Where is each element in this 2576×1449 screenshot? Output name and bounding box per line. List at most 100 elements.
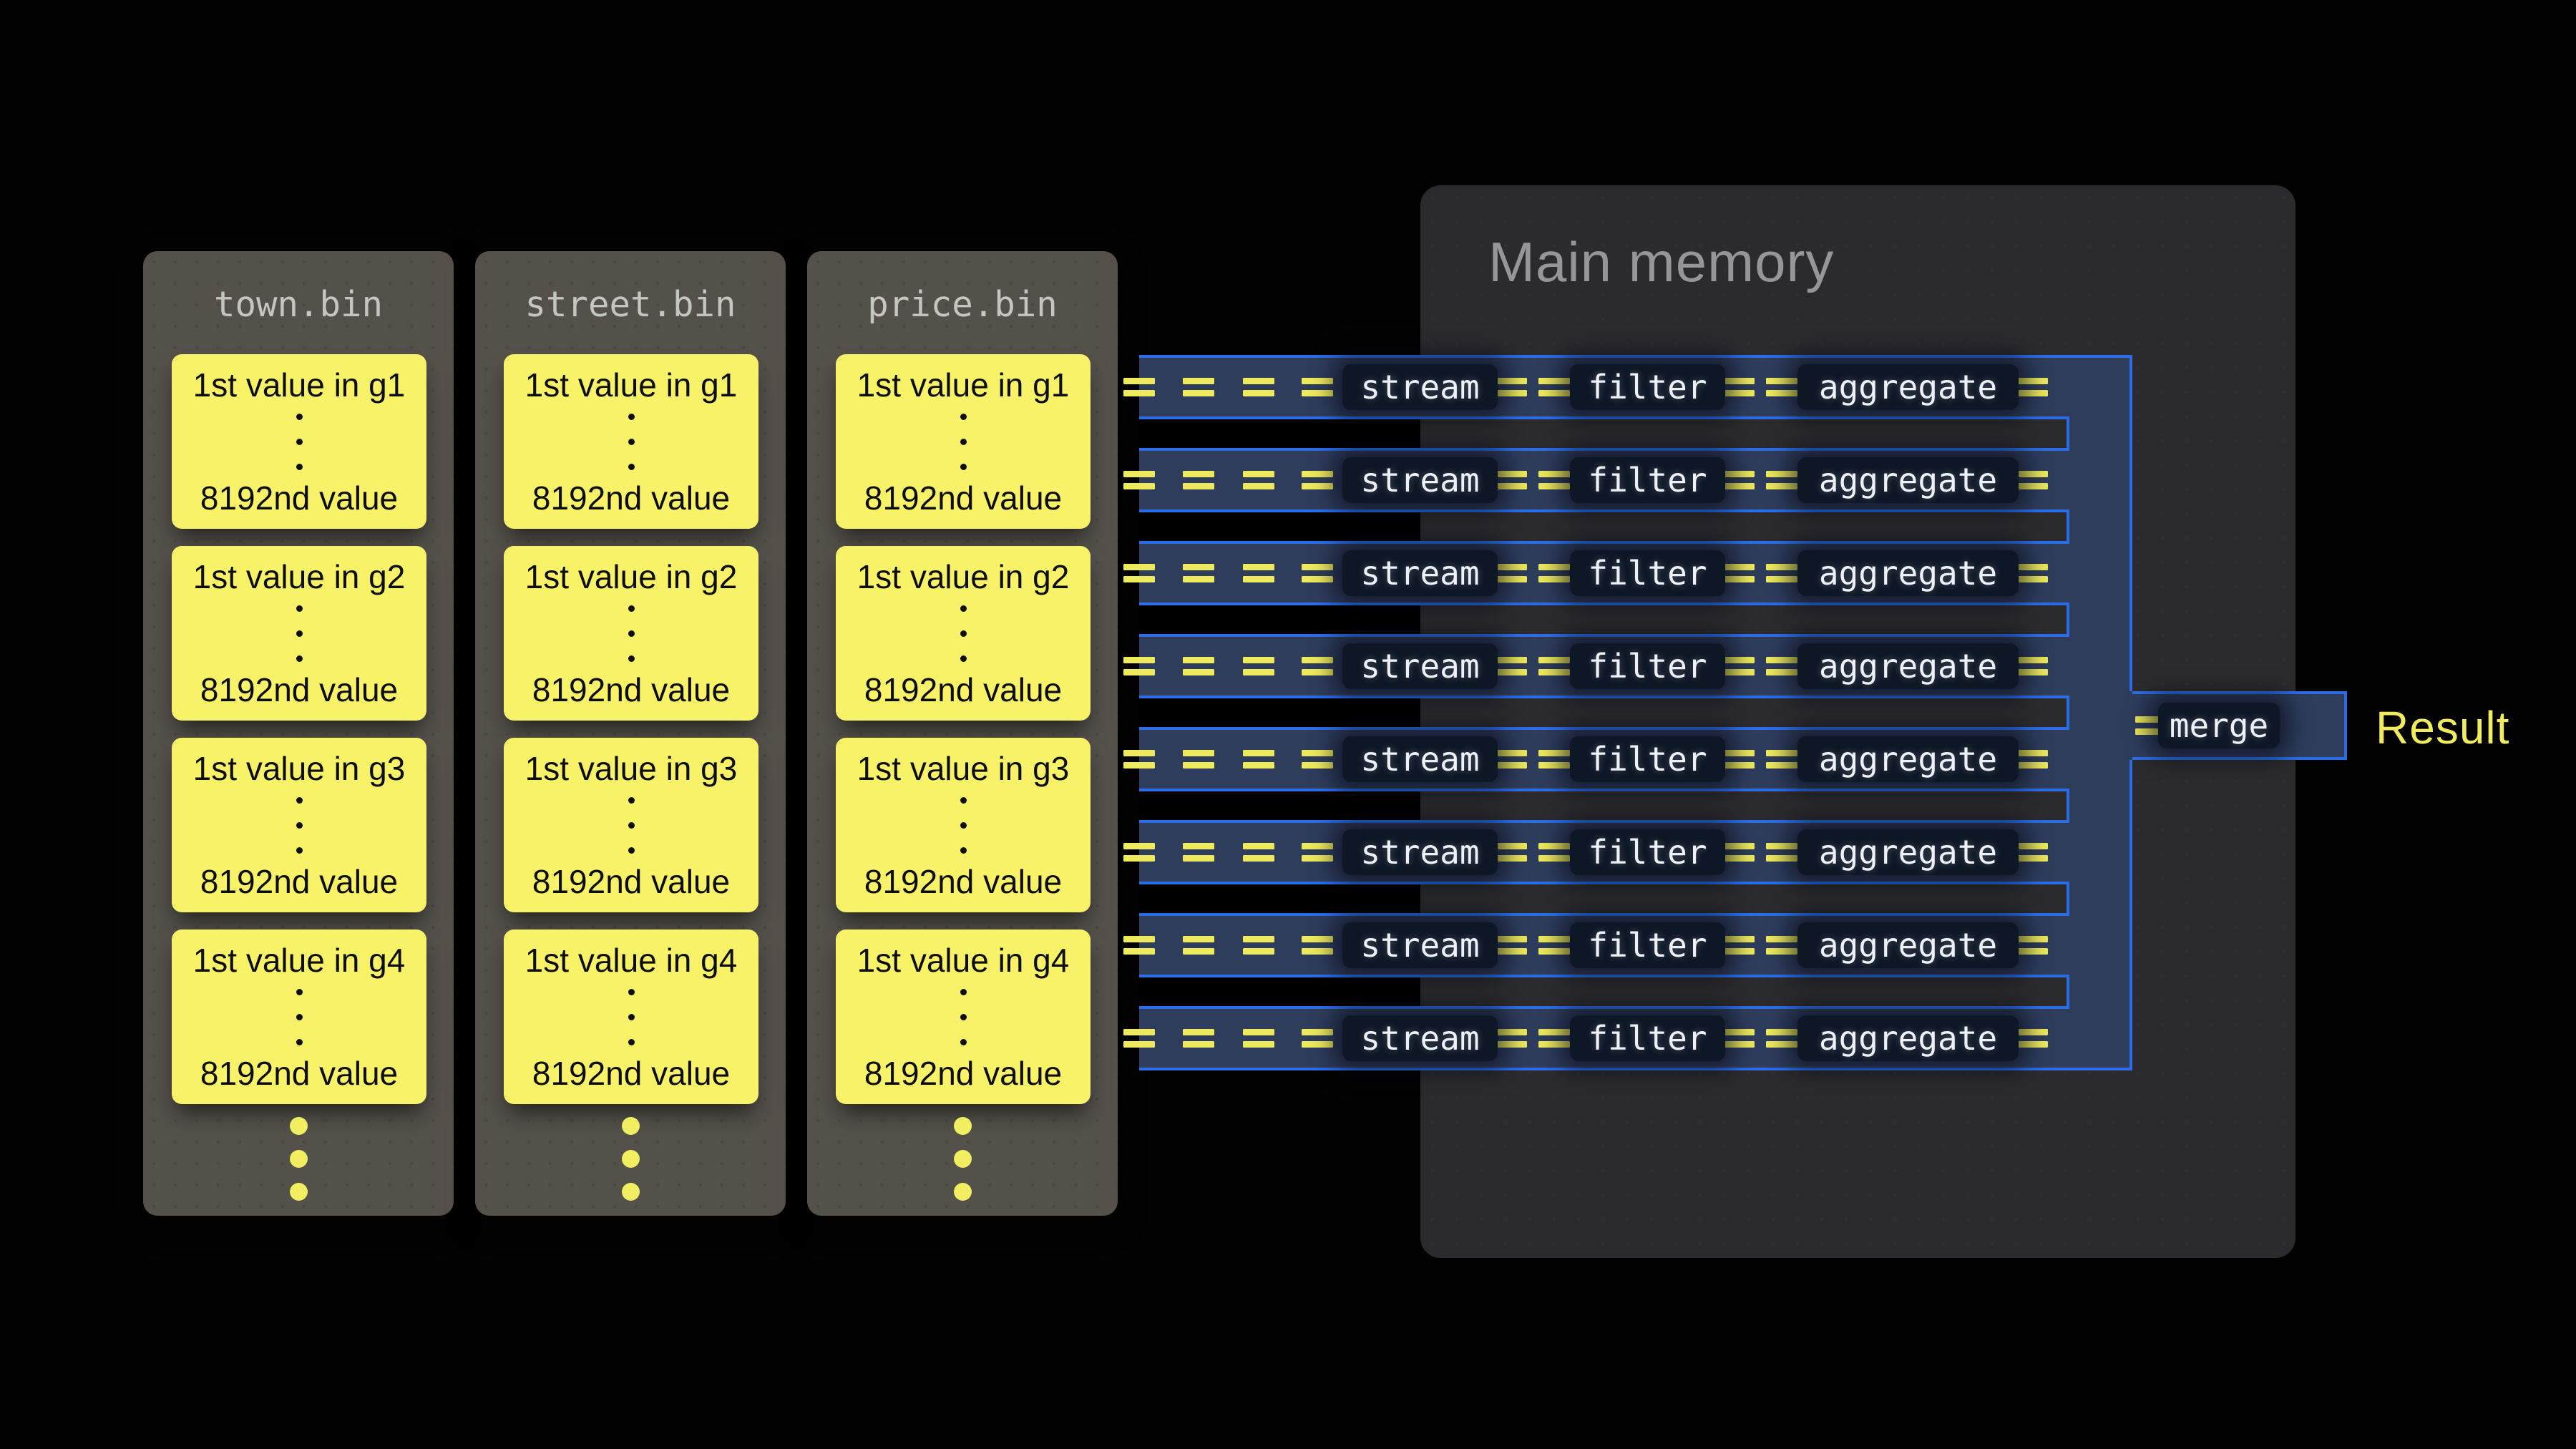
data-chunk-icon <box>1766 843 1797 862</box>
merge-box: merge <box>2158 703 2280 748</box>
vertical-ellipsis-icon <box>628 414 635 470</box>
value-box-first: 1st value in g2 <box>857 557 1070 596</box>
data-chunk-icon <box>1538 936 1570 955</box>
data-chunk-icon <box>2016 936 2048 955</box>
data-chunk-icon <box>1723 843 1755 862</box>
aggregate-box: aggregate <box>1797 643 2019 689</box>
data-chunk-icon <box>2016 843 2048 862</box>
value-box: 1st value in g18192nd value <box>172 354 426 529</box>
data-chunk-icon <box>2016 1029 2048 1048</box>
aggregate-box: aggregate <box>1797 364 2019 410</box>
aggregate-box: aggregate <box>1797 457 2019 503</box>
data-chunk-icon <box>1302 564 1333 582</box>
value-box-last: 8192nd value <box>532 862 730 901</box>
stage-label: aggregate <box>1819 554 1997 592</box>
stage-label: filter <box>1588 554 1707 592</box>
data-chunk-icon <box>1538 657 1570 675</box>
data-chunk-icon <box>1766 564 1797 582</box>
stage-label: stream <box>1360 368 1479 406</box>
stage-label: filter <box>1588 926 1707 965</box>
file-column-title: town.bin <box>143 284 454 325</box>
stage-label: stream <box>1360 833 1479 872</box>
stage-label: stream <box>1360 647 1479 686</box>
data-chunk-icon <box>1723 936 1755 955</box>
data-chunk-icon <box>1243 564 1274 582</box>
value-box: 1st value in g28192nd value <box>504 546 758 721</box>
file-column: town.bin1st value in g18192nd value1st v… <box>143 251 454 1216</box>
data-chunk-icon <box>1302 1029 1333 1048</box>
data-chunk-icon <box>1766 471 1797 489</box>
data-chunk-icon <box>1538 564 1570 582</box>
value-box: 1st value in g48192nd value <box>172 930 426 1104</box>
main-memory-title: Main memory <box>1488 230 1834 295</box>
data-chunk-icon <box>1123 378 1155 396</box>
data-chunk-icon <box>1766 750 1797 769</box>
stage-label: filter <box>1588 461 1707 499</box>
data-chunk-icon <box>1302 936 1333 955</box>
data-chunk-icon <box>1183 1029 1214 1048</box>
value-box-first: 1st value in g1 <box>525 366 738 404</box>
stream-box: stream <box>1342 457 1498 503</box>
data-chunk-icon <box>1766 936 1797 955</box>
data-chunk-icon <box>1766 657 1797 675</box>
stage-label: aggregate <box>1819 1019 1997 1058</box>
data-chunk-icon <box>1723 1029 1755 1048</box>
data-chunk-icon <box>1183 378 1214 396</box>
file-column: street.bin1st value in g18192nd value1st… <box>475 251 786 1216</box>
column-ellipsis-icon <box>143 1117 454 1201</box>
data-chunk-icon <box>1302 378 1333 396</box>
filter-box: filter <box>1570 364 1725 410</box>
data-chunk-icon <box>1496 471 1527 489</box>
filter-box: filter <box>1570 829 1725 875</box>
value-box: 1st value in g48192nd value <box>504 930 758 1104</box>
filter-box: filter <box>1570 643 1725 689</box>
data-chunk-icon <box>1302 750 1333 769</box>
data-chunk-icon <box>2016 564 2048 582</box>
vertical-ellipsis-icon <box>296 605 303 662</box>
filter-box: filter <box>1570 550 1725 596</box>
stream-box: stream <box>1342 364 1498 410</box>
stream-box: stream <box>1342 550 1498 596</box>
stage-label: stream <box>1360 1019 1479 1058</box>
value-box: 1st value in g28192nd value <box>172 546 426 721</box>
pipeline-gap <box>1139 602 2069 637</box>
pipeline-lane: stream filter aggregate <box>1123 544 2132 602</box>
data-chunk-icon <box>1243 378 1274 396</box>
value-box: 1st value in g1 8192nd value <box>504 354 758 529</box>
vertical-ellipsis-icon <box>628 605 635 662</box>
value-box: 1st value in g18192nd value <box>836 354 1091 529</box>
data-chunk-icon <box>1123 1029 1155 1048</box>
data-chunk-icon <box>1243 843 1274 862</box>
value-box-first: 1st value in g3 <box>525 749 738 788</box>
aggregate-box: aggregate <box>1797 1015 2019 1061</box>
data-chunk-icon <box>1302 657 1333 675</box>
pipeline-lane: streamfilteraggregate <box>1123 730 2132 789</box>
value-box-last: 8192nd value <box>532 1054 730 1093</box>
data-chunk-icon <box>1723 564 1755 582</box>
data-chunk-icon <box>1496 564 1527 582</box>
value-box-last: 8192nd value <box>864 479 1062 517</box>
filter-box: filter <box>1570 736 1725 782</box>
diagram-canvas: Main memory town.bin 1st value in g1 8192n… <box>0 0 2576 1449</box>
data-chunk-icon <box>1766 1029 1797 1048</box>
vertical-ellipsis-icon <box>960 989 967 1045</box>
value-box-first: 1st value in g3 <box>193 749 406 788</box>
stage-label: aggregate <box>1819 647 1997 686</box>
pipeline-lane: stream filter aggregate <box>1123 823 2132 882</box>
aggregate-box: aggregate <box>1797 829 2019 875</box>
value-box: 1st value in g48192nd value <box>836 930 1091 1104</box>
data-chunk-icon <box>1183 843 1214 862</box>
stage-label: aggregate <box>1819 926 1997 965</box>
data-chunk-icon <box>1183 471 1214 489</box>
stage-label: stream <box>1360 554 1479 592</box>
vertical-ellipsis-icon <box>296 989 303 1045</box>
data-chunk-icon <box>1123 843 1155 862</box>
file-column-title: street.bin <box>475 284 786 325</box>
stage-label: filter <box>1588 833 1707 872</box>
stream-box: stream <box>1342 736 1498 782</box>
data-chunk-icon <box>1723 657 1755 675</box>
merge-label: merge <box>2170 706 2268 745</box>
value-box-last: 8192nd value <box>532 479 730 517</box>
data-chunk-icon <box>1243 471 1274 489</box>
value-box: 1st value in g28192nd value <box>836 546 1091 721</box>
